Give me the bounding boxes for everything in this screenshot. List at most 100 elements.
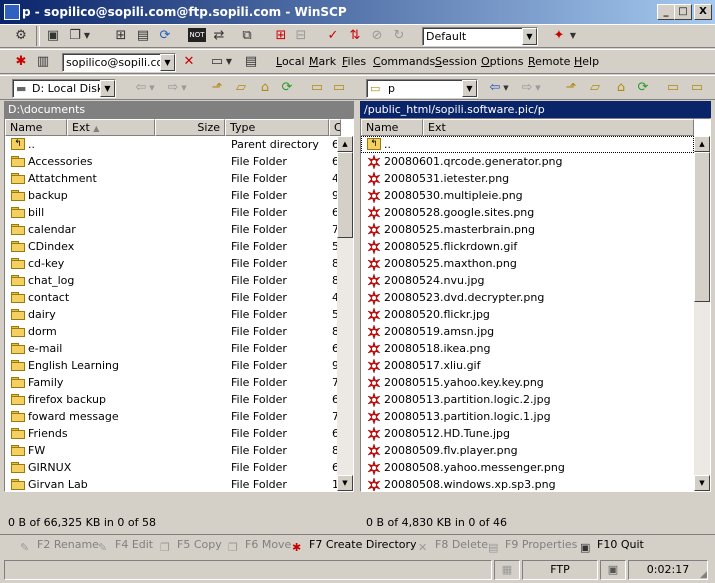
- scroll-up-button[interactable]: ▲: [337, 136, 353, 152]
- remote-file-row[interactable]: ↰..: [361, 136, 694, 153]
- remote-file-row[interactable]: 20080601.qrcode.generator.png: [361, 153, 694, 170]
- menu-local[interactable]: Local: [276, 50, 305, 74]
- chevron-down-icon[interactable]: ▼: [534, 79, 542, 97]
- menu-commands[interactable]: Commands: [373, 50, 435, 74]
- new-session-icon[interactable]: ✱: [12, 53, 30, 71]
- f7-create-directory-button[interactable]: ✱ F7 Create Directory: [292, 535, 417, 555]
- remote-file-row[interactable]: 20080518.ikea.png: [361, 340, 694, 357]
- hex-view-icon[interactable]: NOT: [188, 28, 206, 42]
- parent-directory-icon[interactable]: ⬏: [562, 79, 580, 97]
- session-icon[interactable]: ▥: [34, 53, 52, 71]
- local-file-row[interactable]: English Learning File Folder 9: [5, 357, 339, 374]
- local-file-row[interactable]: GIRNUX File Folder 6: [5, 459, 339, 476]
- select-plus-icon[interactable]: ⊞: [272, 27, 290, 45]
- gear-icon[interactable]: ⚙: [12, 27, 30, 45]
- remote-column-name[interactable]: Name: [361, 119, 423, 136]
- preferences-icon[interactable]: ✦: [550, 27, 568, 45]
- sessions-icon[interactable]: ⊞: [112, 27, 130, 45]
- remote-column-ext[interactable]: Ext: [423, 119, 694, 136]
- menu-session[interactable]: Session: [435, 50, 477, 74]
- scrollbar-thumb[interactable]: [694, 152, 710, 302]
- local-file-row[interactable]: Girvan Lab File Folder 1: [5, 476, 339, 491]
- f10-quit-button[interactable]: ▣ F10 Quit: [580, 535, 644, 555]
- f5-copy-button[interactable]: ❐ F5 Copy: [160, 535, 222, 555]
- remote-file-row[interactable]: 20080512.HD.Tune.jpg: [361, 425, 694, 442]
- reload-icon[interactable]: ↻: [390, 27, 408, 45]
- local-file-row[interactable]: contact File Folder 4: [5, 289, 339, 306]
- local-scrollbar[interactable]: ▲ ▼: [337, 136, 353, 491]
- local-file-row[interactable]: backup File Folder 9: [5, 187, 339, 204]
- invert-selection-icon[interactable]: ✓: [324, 27, 342, 45]
- local-file-row[interactable]: firefox backup File Folder 6: [5, 391, 339, 408]
- local-file-row[interactable]: calendar File Folder 7: [5, 221, 339, 238]
- f9-properties-button[interactable]: ▤ F9 Properties: [488, 535, 577, 555]
- local-file-row[interactable]: CDindex File Folder 5: [5, 238, 339, 255]
- disconnect-icon[interactable]: ✕: [180, 53, 198, 71]
- local-file-row[interactable]: ↰.. Parent directory 6: [5, 136, 339, 153]
- remote-file-row[interactable]: 20080513.partition.logic.2.jpg: [361, 391, 694, 408]
- minimize-button[interactable]: _: [657, 4, 675, 20]
- synchronize-icon[interactable]: ⇄: [210, 27, 228, 45]
- refresh-icon[interactable]: ⟳: [634, 79, 652, 97]
- close-button[interactable]: X: [694, 4, 712, 20]
- local-file-row[interactable]: Friends File Folder 6: [5, 425, 339, 442]
- root-directory-icon[interactable]: ▱: [586, 79, 604, 97]
- local-column-name[interactable]: Name: [5, 119, 67, 136]
- remote-file-row[interactable]: 20080524.nvu.jpg: [361, 272, 694, 289]
- local-file-row[interactable]: e-mail File Folder 6: [5, 340, 339, 357]
- chevron-down-icon[interactable]: ▼: [522, 28, 537, 45]
- terminal-icon[interactable]: ▣: [44, 27, 62, 45]
- queue-icon[interactable]: ▤: [134, 27, 152, 45]
- remote-file-row[interactable]: 20080517.xliu.gif: [361, 357, 694, 374]
- refresh-icon[interactable]: ⟳: [156, 27, 174, 45]
- select-minus-icon[interactable]: ⊟: [292, 27, 310, 45]
- chevron-down-icon[interactable]: ▼: [224, 53, 234, 71]
- remote-file-row[interactable]: 20080508.yahoo.messenger.png: [361, 459, 694, 476]
- f8-delete-button[interactable]: ✕ F8 Delete: [418, 535, 488, 555]
- chevron-down-icon[interactable]: ▼: [568, 27, 578, 45]
- chevron-down-icon[interactable]: ▼: [82, 27, 92, 45]
- parent-directory-icon[interactable]: ⬏: [208, 79, 226, 97]
- remote-file-row[interactable]: 20080530.multipleie.png: [361, 187, 694, 204]
- menu-help[interactable]: Help: [574, 50, 599, 74]
- local-column-size[interactable]: Size: [155, 119, 225, 136]
- home-icon[interactable]: ⌂: [612, 79, 630, 97]
- remote-file-row[interactable]: 20080528.google.sites.png: [361, 204, 694, 221]
- chevron-down-icon[interactable]: ▼: [462, 80, 477, 97]
- scroll-up-button[interactable]: ▲: [694, 136, 710, 152]
- find-folder-icon[interactable]: ▭: [308, 79, 326, 97]
- chevron-down-icon[interactable]: ▼: [160, 54, 175, 71]
- remote-file-row[interactable]: 20080509.flv.player.png: [361, 442, 694, 459]
- find-folder-icon[interactable]: ▭: [664, 79, 682, 97]
- remote-file-row[interactable]: 20080523.dvd.decrypter.png: [361, 289, 694, 306]
- scroll-down-button[interactable]: ▼: [337, 475, 353, 491]
- local-file-row[interactable]: cd-key File Folder 8: [5, 255, 339, 272]
- remote-file-row[interactable]: 20080513.partition.logic.1.jpg: [361, 408, 694, 425]
- menu-remote[interactable]: Remote: [528, 50, 570, 74]
- compare-icon[interactable]: ⧉: [238, 27, 256, 45]
- chevron-down-icon[interactable]: ▼: [502, 79, 510, 97]
- chevron-down-icon[interactable]: ▼: [148, 79, 156, 97]
- resize-grip-icon[interactable]: ◢: [700, 570, 707, 580]
- f2-rename-button[interactable]: ✎ F2 Rename: [20, 535, 99, 555]
- remote-file-row[interactable]: 20080525.maxthon.png: [361, 255, 694, 272]
- local-column-ext[interactable]: Ext ▲: [67, 119, 155, 136]
- local-drive-select[interactable]: ▬ D: Local Disk ▼: [12, 79, 116, 98]
- remote-file-row[interactable]: 20080520.flickr.jpg: [361, 306, 694, 323]
- scroll-down-button[interactable]: ▼: [694, 475, 710, 491]
- local-file-row[interactable]: Accessories File Folder 6: [5, 153, 339, 170]
- toggle-selection-icon[interactable]: ⇅: [346, 27, 364, 45]
- scrollbar-thumb[interactable]: [337, 152, 353, 238]
- session-select[interactable]: sopilico@sopili.com ▼: [62, 53, 176, 72]
- home-icon[interactable]: ⌂: [256, 79, 274, 97]
- f4-edit-button[interactable]: ✎ F4 Edit: [98, 535, 153, 555]
- maximize-button[interactable]: □: [674, 4, 692, 20]
- profile-select[interactable]: Default ▼: [422, 27, 538, 46]
- remote-file-row[interactable]: 20080519.amsn.jpg: [361, 323, 694, 340]
- local-file-row[interactable]: Attatchment File Folder 4: [5, 170, 339, 187]
- remote-scrollbar[interactable]: ▲ ▼: [694, 136, 710, 491]
- local-file-row[interactable]: chat_log File Folder 8: [5, 272, 339, 289]
- f6-move-button[interactable]: ❐ F6 Move: [228, 535, 291, 555]
- bookmark-folder-icon[interactable]: ▭: [688, 79, 706, 97]
- refresh-icon[interactable]: ⟳: [278, 79, 296, 97]
